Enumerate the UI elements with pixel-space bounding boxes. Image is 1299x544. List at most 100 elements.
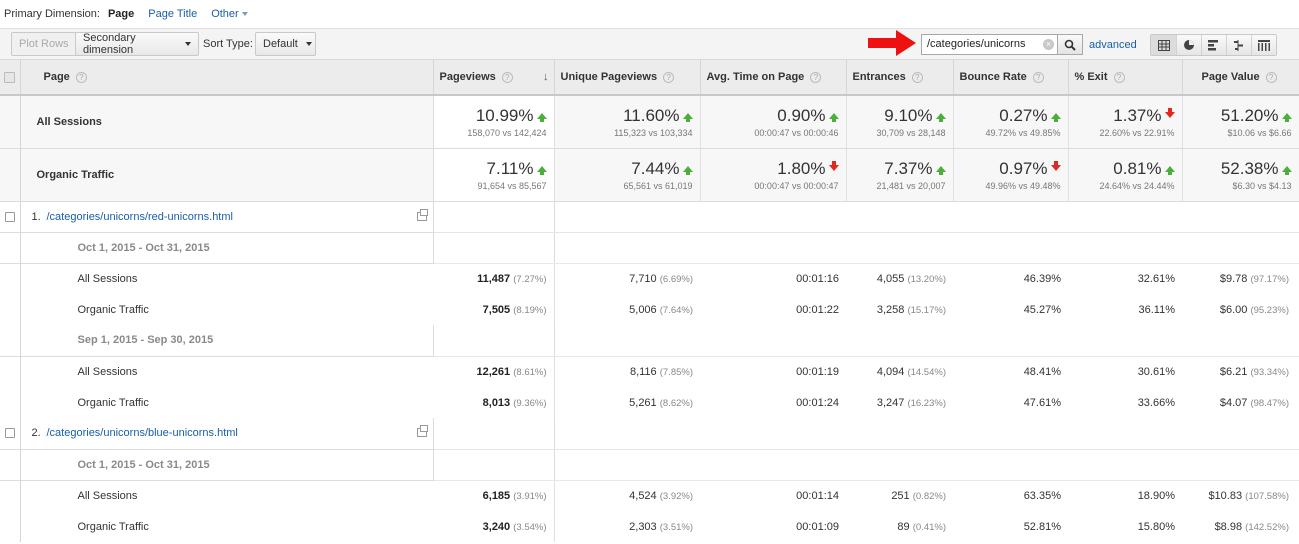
help-icon[interactable]: ?: [1265, 71, 1277, 83]
exit-value: 18.90%: [1068, 479, 1182, 511]
percent-of-total: (142.52%): [1245, 521, 1289, 533]
unique-pageviews-value: 5,006 (7.64%): [554, 294, 700, 325]
pageviews-value: 11,487 (7.27%): [433, 262, 555, 294]
help-icon[interactable]: ?: [1032, 71, 1044, 83]
percent-of-total: (3.54%): [513, 521, 547, 533]
search-icon: [1064, 39, 1076, 51]
performance-view-button[interactable]: [1201, 35, 1226, 55]
comparison-values: 24.64% vs 24.44%: [1099, 180, 1175, 191]
performance-view-icon: [1208, 39, 1218, 50]
percent-of-total: (16.23%): [907, 397, 946, 409]
comparison-values: $6.30 vs $4.13: [1232, 180, 1292, 191]
secondary-dimension-dropdown[interactable]: Secondary dimension: [75, 32, 199, 56]
primary-dimension-page[interactable]: Page: [108, 8, 134, 20]
clear-icon[interactable]: ×: [1043, 39, 1054, 50]
avg-time-value: 00:01:09: [796, 520, 839, 533]
help-icon[interactable]: ?: [75, 71, 87, 83]
comparison-values: 65,561 vs 61,019: [623, 180, 693, 191]
date-range-label: Sep 1, 2015 - Sep 30, 2015: [20, 325, 434, 357]
select-all-cell: [0, 60, 21, 96]
column-header-unique-pageviews[interactable]: Unique Pageviews?: [554, 60, 701, 96]
filter-search-input[interactable]: /categories/unicorns: [921, 34, 1058, 55]
primary-dimension-other[interactable]: Other: [211, 8, 248, 20]
row-checkbox[interactable]: [4, 211, 15, 222]
table-view-icon: [1157, 39, 1170, 51]
column-header-page[interactable]: Page?: [20, 60, 434, 96]
pie-view-icon: [1184, 40, 1194, 50]
avg-time-value: 00:01:19: [700, 355, 846, 387]
value: $6.00: [1219, 303, 1248, 316]
page-link[interactable]: /categories/unicorns/blue-unicorns.html: [47, 427, 238, 439]
unique-pageviews-value: 5,261 (8.62%): [554, 387, 700, 418]
percent-of-total: (3.92%): [659, 490, 693, 502]
column-header-entrances[interactable]: Entrances?: [846, 60, 954, 96]
arrow-up-icon: [1164, 165, 1175, 175]
summary-metric: 52.38% $6.30 vs $4.13: [1182, 148, 1299, 202]
help-icon[interactable]: ?: [1113, 71, 1125, 83]
entrances-value: 4,055 (13.20%): [846, 262, 953, 294]
value: 3,247: [876, 396, 905, 409]
column-label: Bounce Rate: [959, 71, 1027, 83]
bounce-rate-value: 63.35%: [953, 479, 1068, 511]
help-icon[interactable]: ?: [810, 71, 822, 83]
summary-metric: 11.60% 115,323 vs 103,334: [554, 95, 701, 149]
search-button[interactable]: [1057, 34, 1083, 55]
value: 12,261: [476, 365, 511, 378]
percent-of-total: (97.17%): [1250, 273, 1289, 285]
segment-name: All Sessions: [20, 479, 433, 511]
plot-rows-button[interactable]: Plot Rows: [11, 32, 77, 56]
primary-dimension-page-title[interactable]: Page Title: [148, 8, 197, 20]
segment-name: All Sessions: [20, 355, 433, 387]
pie-view-button[interactable]: [1176, 35, 1201, 55]
column-header-pageviews[interactable]: Pageviews? ↓: [433, 60, 555, 96]
segment-name: All Sessions: [20, 262, 433, 294]
page-value-value: $6.00 (95.23%): [1182, 294, 1299, 325]
sort-type-dropdown[interactable]: Default: [255, 32, 316, 56]
select-all-checkbox[interactable]: [4, 71, 16, 83]
summary-metric: 0.97% 49.96% vs 49.48%: [953, 148, 1069, 202]
view-switcher: [1150, 34, 1277, 56]
column-header-exit[interactable]: % Exit?: [1068, 60, 1183, 96]
pivot-view-button[interactable]: [1251, 35, 1276, 55]
percent-of-total: (0.82%): [912, 490, 946, 502]
comparison-values: 49.96% vs 49.48%: [985, 180, 1061, 191]
advanced-filter-link[interactable]: advanced: [1089, 39, 1137, 51]
pageviews-value: 8,013 (9.36%): [433, 387, 555, 418]
entrances-value: 3,258 (15.17%): [846, 294, 953, 325]
help-icon[interactable]: ?: [911, 71, 923, 83]
column-header-page-value[interactable]: Page Value?: [1182, 60, 1299, 96]
summary-metric: 0.81% 24.64% vs 24.44%: [1068, 148, 1183, 202]
value: 4,094: [876, 365, 905, 378]
help-icon[interactable]: ?: [501, 71, 513, 83]
popup-icon[interactable]: [416, 425, 428, 438]
value: 3,258: [876, 303, 905, 316]
arrow-up-icon: [1281, 112, 1292, 122]
pageviews-value: 6,185 (3.91%): [433, 479, 555, 511]
segment-row: Organic Traffic 3,240 (3.54%) 2,303 (3.51%…: [0, 511, 1299, 542]
value: 89: [897, 520, 910, 533]
comparison-values: 21,481 vs 20,007: [876, 180, 946, 191]
comparison-view-button[interactable]: [1226, 35, 1251, 55]
column-header-avg-time[interactable]: Avg. Time on Page?: [700, 60, 847, 96]
bounce-rate-value: 46.39%: [953, 262, 1068, 294]
table-view-button[interactable]: [1151, 35, 1176, 55]
change-percent: 10.99%: [475, 105, 534, 125]
comparison-values: 115,323 vs 103,334: [614, 127, 693, 138]
unique-pageviews-value: 2,303 (3.51%): [554, 511, 700, 542]
percent-of-total: (13.20%): [907, 273, 946, 285]
value: 6,185: [482, 489, 511, 502]
percent-of-total: (9.36%): [513, 397, 547, 409]
column-label: Unique Pageviews: [560, 71, 658, 83]
row-checkbox[interactable]: [4, 428, 15, 439]
exit-value: 32.61%: [1068, 262, 1182, 294]
popup-icon[interactable]: [416, 208, 428, 221]
column-label: % Exit: [1074, 71, 1108, 83]
page-value-value: $8.98 (142.52%): [1182, 511, 1299, 542]
page-link[interactable]: /categories/unicorns/red-unicorns.html: [47, 211, 233, 223]
primary-dimension-label: Primary Dimension:: [4, 8, 100, 20]
column-header-bounce-rate[interactable]: Bounce Rate?: [953, 60, 1069, 96]
data-table: Page? Pageviews? ↓ Unique Pageviews? Avg.…: [0, 60, 1299, 542]
unique-pageviews-value: 8,116 (7.85%): [554, 355, 700, 387]
segment-row: All Sessions 12,261 (8.61%) 8,116 (7.85%) 0…: [0, 355, 1299, 387]
help-icon[interactable]: ?: [663, 71, 675, 83]
